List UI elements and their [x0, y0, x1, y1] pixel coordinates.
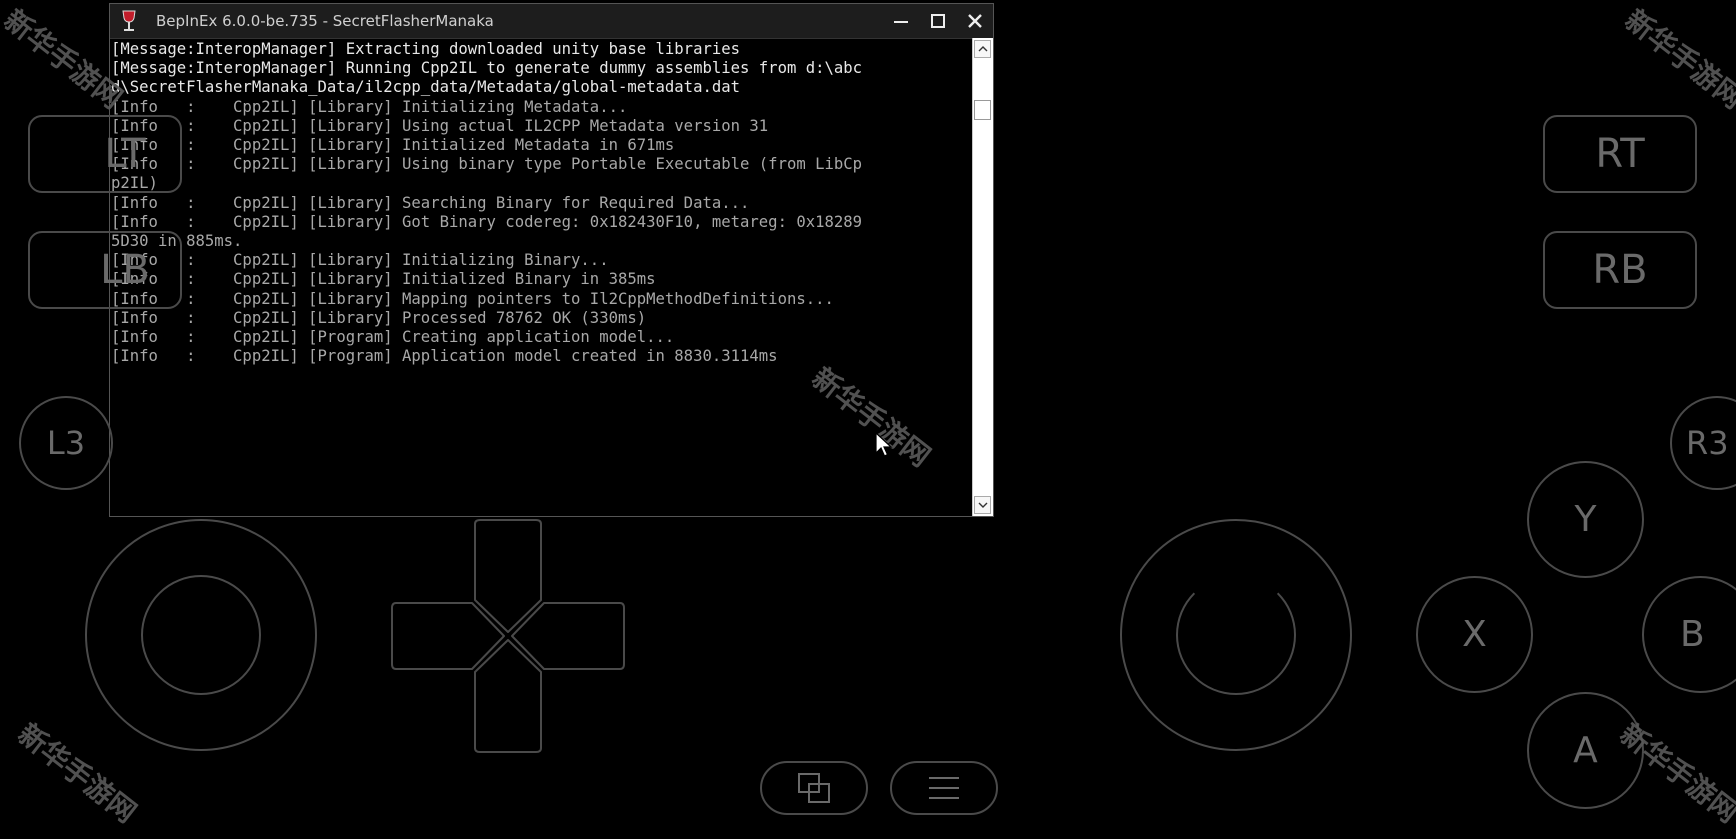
console-line: [Info : Cpp2IL] [Library] Got Binary cod…	[111, 212, 863, 231]
console-line: [Info : Cpp2IL] [Program] Application mo…	[111, 347, 778, 366]
a-label: A	[1573, 730, 1598, 771]
console-line: [Info : Cpp2IL] [Library] Searching Bina…	[111, 193, 750, 212]
r3-label: R3	[1686, 424, 1729, 462]
scroll-up-button[interactable]	[974, 40, 991, 58]
menu-button[interactable]	[890, 761, 998, 815]
l3-button[interactable]: L3	[19, 396, 113, 490]
console-line: [Message:InteropManager] Extracting down…	[111, 40, 741, 58]
l3-label: L3	[46, 424, 86, 462]
console-line: [Info : Cpp2IL] [Library] Using binary t…	[111, 155, 863, 174]
maximize-button[interactable]	[919, 4, 956, 38]
watermark: 新华手游网	[1618, 3, 1736, 116]
watermark: 新华手游网	[11, 717, 143, 830]
window-title: BepInEx 6.0.0-be.735 - SecretFlasherMana…	[156, 12, 494, 30]
console-line: [Message:InteropManager] Running Cpp2IL …	[111, 59, 863, 78]
y-label: Y	[1574, 499, 1597, 540]
lb-button[interactable]: LB	[28, 231, 182, 309]
right-analog-knob[interactable]	[1176, 575, 1296, 695]
close-button[interactable]	[956, 4, 993, 38]
b-label: B	[1680, 614, 1705, 655]
console-line: p2IL)	[111, 174, 158, 193]
console-line: [Info : Cpp2IL] [Library] Mapping pointe…	[111, 289, 834, 308]
y-button[interactable]: Y	[1527, 461, 1644, 578]
windows-overlap-icon	[798, 773, 830, 803]
mouse-cursor-icon	[875, 432, 893, 457]
rt-label: RT	[1595, 131, 1645, 177]
lt-label: LT	[104, 131, 146, 177]
minimize-icon	[893, 21, 908, 23]
console-window: BepInEx 6.0.0-be.735 - SecretFlasherMana…	[109, 3, 994, 517]
lt-button[interactable]: LT	[28, 115, 182, 193]
b-button[interactable]: B	[1642, 576, 1736, 693]
console-line: [Info : Cpp2IL] [Library] Using actual I…	[111, 116, 769, 135]
minimize-button[interactable]	[882, 4, 919, 38]
dpad[interactable]	[390, 518, 626, 754]
window-titlebar[interactable]: BepInEx 6.0.0-be.735 - SecretFlasherMana…	[110, 4, 993, 39]
maximize-icon	[930, 14, 945, 28]
rb-label: RB	[1592, 247, 1648, 293]
chevron-up-icon	[978, 46, 987, 52]
r3-button[interactable]: R3	[1670, 396, 1736, 490]
rt-button[interactable]: RT	[1543, 115, 1697, 193]
left-analog-knob[interactable]	[141, 575, 261, 695]
chevron-down-icon	[978, 502, 987, 508]
console-output[interactable]: [Message:InteropManager] Extracting down…	[111, 40, 973, 514]
console-line: d\SecretFlasherManaka_Data/il2cpp_data/M…	[111, 78, 741, 97]
console-line: [Info : Cpp2IL] [Library] Initializing B…	[111, 251, 609, 270]
x-label: X	[1462, 614, 1487, 655]
console-line: [Info : Cpp2IL] [Library] Initializing M…	[111, 97, 628, 116]
console-line: [Info : Cpp2IL] [Library] Initialized Bi…	[111, 270, 656, 289]
x-button[interactable]: X	[1416, 576, 1533, 693]
close-icon	[967, 14, 982, 28]
console-line: [Info : Cpp2IL] [Library] Initialized Me…	[111, 136, 675, 155]
rb-button[interactable]: RB	[1543, 231, 1697, 309]
scroll-down-button[interactable]	[974, 496, 991, 514]
console-line: 5D30 in 885ms.	[111, 232, 243, 251]
vertical-scrollbar[interactable]	[972, 38, 993, 516]
console-line: [Info : Cpp2IL] [Library] Processed 7876…	[111, 308, 647, 327]
wine-glass-icon	[118, 10, 140, 32]
console-line: [Info : Cpp2IL] [Program] Creating appli…	[111, 328, 675, 347]
scrollbar-thumb[interactable]	[974, 100, 991, 120]
view-button[interactable]	[760, 761, 868, 815]
hamburger-menu-icon	[929, 777, 959, 799]
lb-label: LB	[100, 247, 150, 293]
